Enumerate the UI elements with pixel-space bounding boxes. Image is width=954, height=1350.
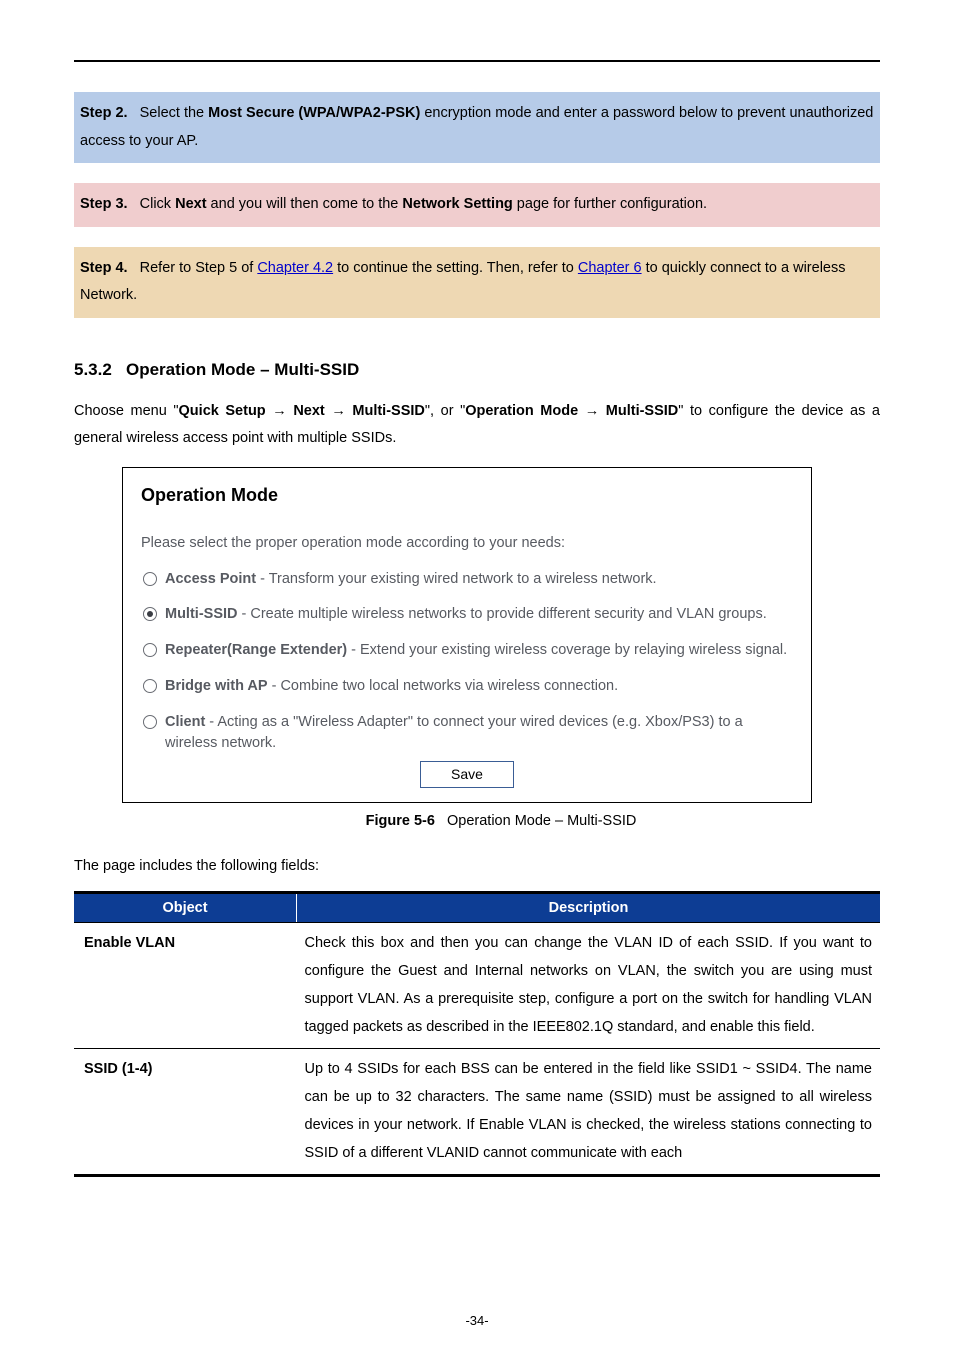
- radio-access-point[interactable]: Access Point - Transform your existing w…: [143, 569, 793, 591]
- radio-repeater[interactable]: Repeater(Range Extender) - Extend your e…: [143, 640, 793, 662]
- step-3-box: Step 3. Click Next and you will then com…: [74, 183, 880, 227]
- step-4-mid: to continue the setting. Then, refer to: [333, 260, 578, 276]
- radio-desc: - Combine two local networks via wireles…: [268, 678, 619, 694]
- col-header-description: Description: [297, 892, 881, 922]
- step-2-pre: Select the: [140, 105, 209, 121]
- intro-next: Next: [293, 403, 324, 419]
- radio-multi-ssid[interactable]: Multi-SSID - Create multiple wireless ne…: [143, 604, 793, 626]
- radio-icon[interactable]: [143, 572, 157, 586]
- step-3-bold2: Network Setting: [402, 196, 512, 212]
- radio-label: Access Point: [165, 571, 256, 587]
- radio-desc: - Transform your existing wired network …: [256, 571, 657, 587]
- page-number: -34-: [0, 1313, 954, 1328]
- radio-label: Multi-SSID: [165, 606, 238, 622]
- radio-bridge[interactable]: Bridge with AP - Combine two local netwo…: [143, 676, 793, 698]
- intro-multi2: Multi-SSID: [606, 403, 679, 419]
- fields-caption: The page includes the following fields:: [74, 853, 880, 881]
- radio-desc: - Create multiple wireless networks to p…: [238, 606, 767, 622]
- radio-label: Repeater(Range Extender): [165, 642, 347, 658]
- step-4-label: Step 4.: [80, 260, 128, 276]
- step-3-label: Step 3.: [80, 196, 128, 212]
- section-heading: 5.3.2 Operation Mode – Multi-SSID: [74, 360, 880, 380]
- cell-object: SSID (1-4): [74, 1048, 297, 1175]
- intro-arrow2: →: [325, 403, 353, 419]
- intro-mid: ", or ": [425, 403, 465, 419]
- fields-table: Object Description Enable VLAN Check thi…: [74, 891, 880, 1177]
- intro-multi1: Multi-SSID: [352, 403, 425, 419]
- figure-caption-label: Figure 5-6: [366, 813, 435, 829]
- step-2-bold: Most Secure (WPA/WPA2-PSK): [208, 105, 420, 121]
- radio-desc: - Extend your existing wireless coverage…: [347, 642, 787, 658]
- step-2-label: Step 2.: [80, 105, 128, 121]
- radio-label: Client: [165, 714, 205, 730]
- radio-icon[interactable]: [143, 715, 157, 729]
- cell-description: Check this box and then you can change t…: [297, 922, 881, 1048]
- intro-pre: Choose menu ": [74, 403, 179, 419]
- intro-arrow3: →: [578, 403, 606, 419]
- chapter-6-link[interactable]: Chapter 6: [578, 260, 642, 276]
- operation-mode-title: Operation Mode: [141, 482, 793, 509]
- cell-description: Up to 4 SSIDs for each BSS can be entere…: [297, 1048, 881, 1175]
- intro-paragraph: Choose menu "Quick Setup → Next → Multi-…: [74, 398, 880, 453]
- intro-quick-setup: Quick Setup: [179, 403, 266, 419]
- radio-icon[interactable]: [143, 607, 157, 621]
- figure-caption: Figure 5-6 Operation Mode – Multi-SSID: [122, 813, 880, 829]
- table-row: Enable VLAN Check this box and then you …: [74, 922, 880, 1048]
- step-3-post: page for further configuration.: [513, 196, 707, 212]
- step-2-box: Step 2. Select the Most Secure (WPA/WPA2…: [74, 92, 880, 163]
- cell-object: Enable VLAN: [74, 922, 297, 1048]
- radio-icon[interactable]: [143, 679, 157, 693]
- radio-label: Bridge with AP: [165, 678, 268, 694]
- step-3-mid: and you will then come to the: [207, 196, 403, 212]
- figure-caption-text: Operation Mode – Multi-SSID: [447, 813, 636, 829]
- step-4-pre: Refer to Step 5 of: [140, 260, 258, 276]
- table-row: SSID (1-4) Up to 4 SSIDs for each BSS ca…: [74, 1048, 880, 1175]
- operation-mode-panel: Operation Mode Please select the proper …: [122, 467, 812, 803]
- section-number: 5.3.2: [74, 360, 112, 379]
- intro-opmode: Operation Mode: [465, 403, 578, 419]
- step-4-box: Step 4. Refer to Step 5 of Chapter 4.2 t…: [74, 247, 880, 318]
- radio-desc: - Acting as a "Wireless Adapter" to conn…: [165, 714, 743, 752]
- step-3-pre: Click: [140, 196, 175, 212]
- save-button[interactable]: Save: [420, 761, 514, 788]
- radio-icon[interactable]: [143, 643, 157, 657]
- col-header-object: Object: [74, 892, 297, 922]
- operation-mode-lead: Please select the proper operation mode …: [141, 533, 793, 555]
- intro-arrow1: →: [266, 403, 294, 419]
- radio-client[interactable]: Client - Acting as a "Wireless Adapter" …: [143, 712, 793, 756]
- section-title: Operation Mode – Multi-SSID: [126, 360, 359, 379]
- step-3-bold1: Next: [175, 196, 206, 212]
- chapter-4-2-link[interactable]: Chapter 4.2: [257, 260, 333, 276]
